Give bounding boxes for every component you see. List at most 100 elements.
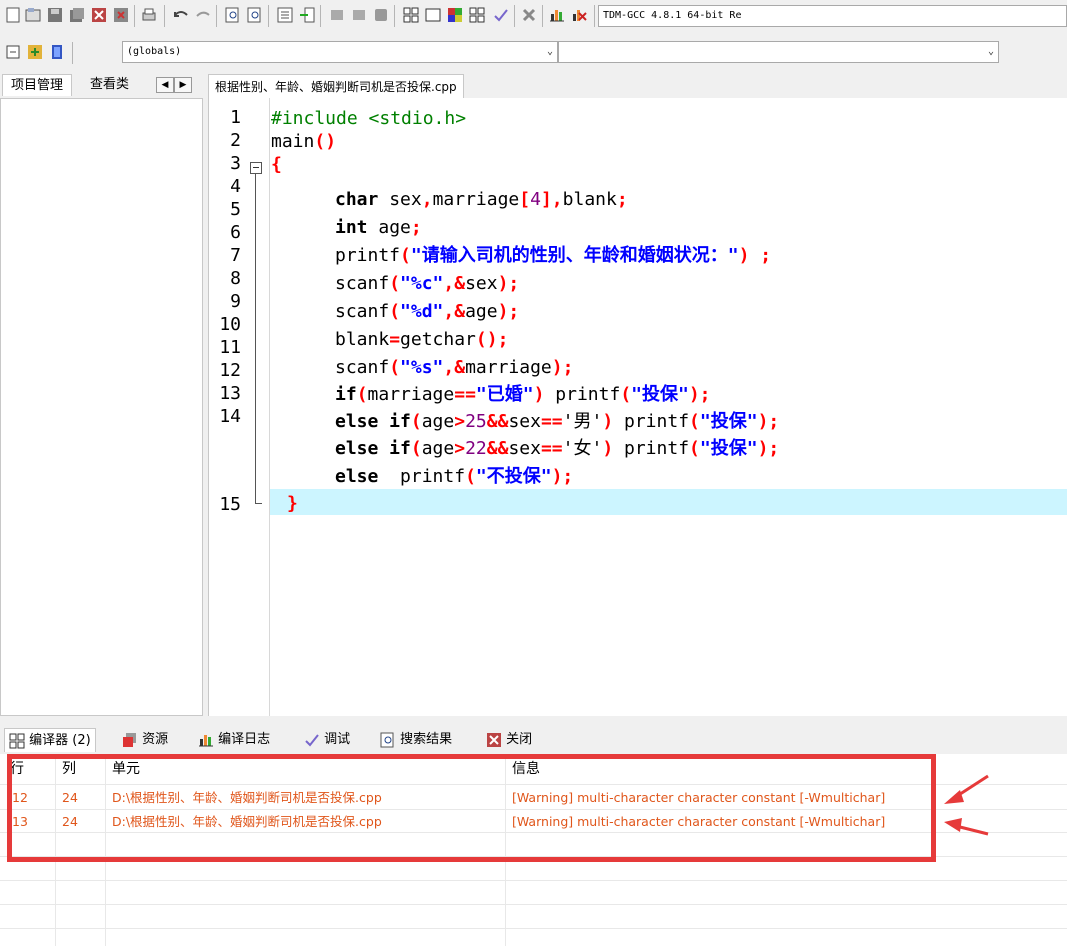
annotation-highlight-box — [7, 754, 936, 862]
code-token: ,& — [443, 357, 466, 378]
code-token: ( — [410, 411, 422, 432]
replace-icon[interactable] — [246, 6, 264, 24]
open-icon[interactable] — [24, 6, 42, 24]
code-token: else if — [335, 438, 411, 459]
secondary-toolbar: (globals) ⌄ ⌄ — [0, 34, 1067, 70]
code-token: 4 — [530, 189, 541, 210]
tab-search-results-label: 搜索结果 — [400, 732, 453, 747]
code-token: = — [389, 329, 401, 350]
code-token: ; — [616, 189, 628, 210]
goto-line-icon[interactable] — [298, 6, 316, 24]
code-line-1: #include <stdio.h> — [271, 107, 466, 130]
main-toolbar: TDM-GCC 4.8.1 64-bit Re — [0, 0, 1067, 35]
fold-end — [255, 503, 262, 504]
code-token: "投保" — [699, 411, 758, 432]
chevron-down-icon: ⌄ — [546, 46, 553, 57]
close-all-icon[interactable] — [112, 6, 130, 24]
undo-icon[interactable] — [172, 6, 190, 24]
function-select[interactable]: ⌄ — [558, 41, 999, 63]
code-token: == — [454, 384, 476, 405]
code-token: printf — [335, 245, 401, 266]
code-token: age — [367, 217, 411, 238]
code-token: sex — [465, 273, 498, 294]
code-token: ( — [689, 438, 700, 459]
code-token: else — [335, 466, 379, 487]
fold-collapse-icon[interactable] — [250, 162, 262, 174]
code-token: "%d" — [400, 301, 444, 322]
code-editor[interactable]: 1 2 3 4 5 6 7 8 9 10 11 12 13 14 15 #inc… — [208, 98, 1067, 716]
code-token: } — [287, 493, 298, 514]
line-number: 7 — [230, 245, 241, 266]
file-tab[interactable]: 根据性别、年龄、婚姻判断司机是否投保.cpp — [208, 74, 464, 99]
tab-scroll-right-icon[interactable]: ▶ — [174, 77, 192, 93]
code-token: scanf — [335, 357, 390, 378]
tab-scroll-left-icon[interactable]: ◀ — [156, 77, 174, 93]
bookmark-next-icon[interactable] — [350, 6, 368, 24]
code-line-9: blank=getchar(); — [335, 328, 508, 351]
new-class-icon[interactable] — [4, 43, 22, 61]
tab-compiler[interactable]: 编译器 (2) — [4, 728, 96, 752]
save-all-icon[interactable] — [68, 6, 86, 24]
code-token: "已婚" — [475, 384, 534, 405]
project-panel[interactable] — [0, 98, 203, 716]
annotation-arrow-upper — [944, 774, 989, 804]
code-token: if — [335, 384, 357, 405]
code-line-11: if(marriage=="已婚") printf("投保"); — [335, 383, 711, 406]
rebuild-icon[interactable] — [468, 6, 486, 24]
tab-project[interactable]: 项目管理 — [2, 74, 73, 96]
line-gutter: 1 2 3 4 5 6 7 8 9 10 11 12 13 14 15 — [209, 98, 270, 716]
new-file-icon[interactable] — [4, 6, 22, 24]
tab-search-results[interactable]: 搜索结果 — [376, 728, 456, 752]
line-number: 13 — [219, 383, 241, 404]
code-line-2: main() — [271, 130, 336, 153]
annotation-arrows — [944, 774, 989, 836]
insert-icon[interactable] — [26, 43, 44, 61]
globals-select-value: (globals) — [127, 46, 182, 57]
tab-resources[interactable]: 资源 — [118, 728, 172, 752]
tab-classes[interactable]: 查看类 — [84, 74, 135, 96]
code-token: printf — [378, 466, 466, 487]
compiler-select[interactable]: TDM-GCC 4.8.1 64-bit Re — [598, 5, 1067, 27]
debug-check-icon[interactable] — [492, 6, 510, 24]
line-number: 1 — [230, 107, 241, 128]
code-token: , — [421, 189, 433, 210]
line-number: 9 — [230, 291, 241, 312]
code-token: && — [486, 411, 509, 432]
code-token: ); — [551, 357, 574, 378]
code-token: int — [335, 217, 368, 238]
run-icon[interactable] — [424, 6, 442, 24]
close-file-icon[interactable] — [90, 6, 108, 24]
compile-icon[interactable] — [402, 6, 420, 24]
line-number: 4 — [230, 176, 241, 197]
code-line-15: } — [287, 492, 298, 515]
code-token: '男' — [562, 411, 603, 432]
find-icon[interactable] — [224, 6, 242, 24]
code-token: == — [540, 411, 563, 432]
toggle-bookmark-icon[interactable] — [372, 6, 390, 24]
code-token: sex — [508, 411, 541, 432]
code-token: age — [465, 301, 498, 322]
code-token: ( — [356, 384, 368, 405]
code-token: scanf — [335, 273, 390, 294]
tab-compiler-label: 编译器 (2) — [29, 733, 91, 748]
delete-profile-icon[interactable] — [570, 6, 588, 24]
stop-icon[interactable] — [520, 6, 538, 24]
print-icon[interactable] — [140, 6, 158, 24]
profile-icon[interactable] — [548, 6, 566, 24]
line-number: 14 — [219, 406, 241, 427]
toggle-panel-icon[interactable] — [48, 43, 66, 61]
code-token: == — [540, 438, 563, 459]
tab-close[interactable]: 关闭 — [482, 728, 536, 752]
line-number: 6 — [230, 222, 241, 243]
indent-icon[interactable] — [276, 6, 294, 24]
save-icon[interactable] — [46, 6, 64, 24]
tab-debug[interactable]: 调试 — [300, 728, 354, 752]
globals-select[interactable]: (globals) ⌄ — [122, 41, 558, 63]
compile-run-icon[interactable] — [446, 6, 464, 24]
redo-icon[interactable] — [194, 6, 212, 24]
code-token: "投保" — [631, 384, 689, 405]
bookmark-prev-icon[interactable] — [328, 6, 346, 24]
tab-compile-log[interactable]: 编译日志 — [194, 728, 274, 752]
code-line-8: scanf("%d",&age); — [335, 300, 519, 323]
code-line-14: else printf("不投保"); — [335, 465, 573, 488]
